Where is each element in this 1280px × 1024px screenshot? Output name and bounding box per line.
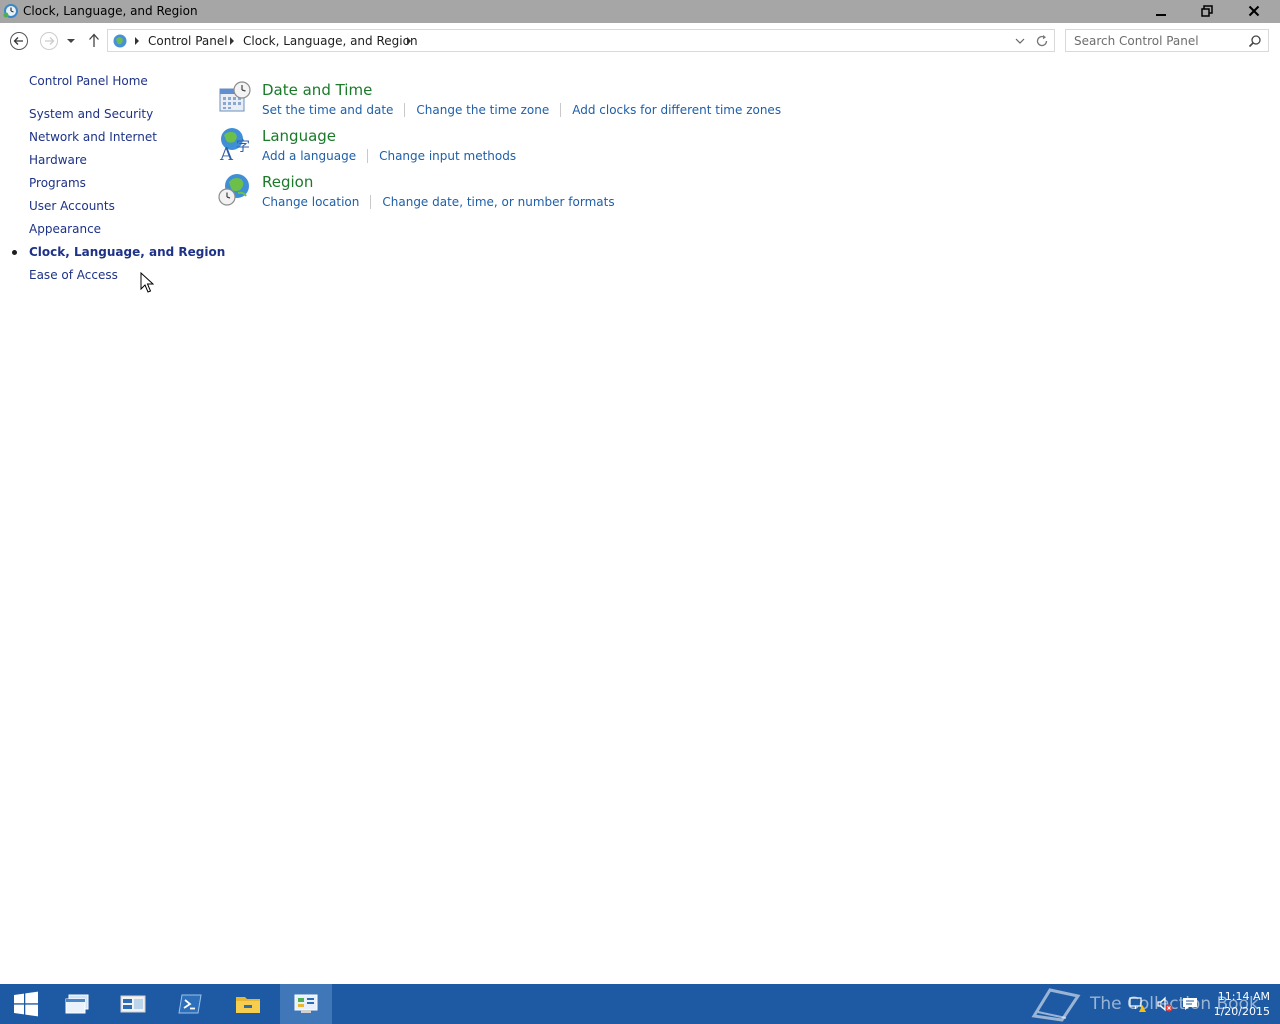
start-icon [14, 991, 38, 1017]
breadcrumb-separator[interactable] [407, 37, 411, 45]
sidebar-item-system-security[interactable]: System and Security [29, 107, 153, 121]
link-divider [404, 103, 406, 117]
server-manager-button[interactable] [107, 984, 159, 1024]
breadcrumb-separator[interactable] [230, 37, 234, 45]
region-globe-icon[interactable] [218, 173, 252, 207]
powershell-button[interactable] [164, 984, 216, 1024]
server-manager-icon [120, 995, 146, 1013]
sidebar-item-ease-of-access[interactable]: Ease of Access [29, 268, 118, 282]
sidebar-item-hardware[interactable]: Hardware [29, 153, 87, 167]
address-bar[interactable]: Control Panel Clock, Language, and Regio… [107, 29, 1055, 52]
task-view-icon [65, 994, 89, 1014]
language-links: Add a language Change input methods [262, 149, 516, 163]
powershell-icon [178, 994, 202, 1014]
date-and-time-title[interactable]: Date and Time [262, 81, 372, 99]
add-a-language-link[interactable]: Add a language [262, 149, 356, 163]
breadcrumb-control-panel[interactable]: Control Panel [148, 34, 228, 48]
back-button[interactable] [8, 30, 30, 52]
volume-muted-icon [1157, 996, 1173, 1012]
forward-arrow-icon [40, 32, 58, 50]
breadcrumb-clock-language-region[interactable]: Clock, Language, and Region [243, 34, 418, 48]
up-button[interactable] [86, 31, 102, 49]
close-button[interactable] [1230, 0, 1278, 21]
change-location-link[interactable]: Change location [262, 195, 359, 209]
region-title[interactable]: Region [262, 173, 313, 191]
control-panel-taskbar-button[interactable] [280, 984, 332, 1024]
date-and-time-links: Set the time and date Change the time zo… [262, 103, 781, 117]
action-center-button[interactable] [1180, 984, 1200, 1024]
refresh-icon[interactable] [1035, 33, 1049, 49]
language-title[interactable]: Language [262, 127, 336, 145]
taskbar-clock[interactable]: 11:14 AM 1/20/2015 [1206, 989, 1270, 1019]
restore-icon [1201, 4, 1213, 17]
chevron-down-icon [67, 39, 75, 43]
close-icon [1248, 5, 1260, 16]
add-clocks-link[interactable]: Add clocks for different time zones [572, 103, 781, 117]
sidebar-item-programs[interactable]: Programs [29, 176, 86, 190]
volume-tray-button[interactable] [1155, 984, 1175, 1024]
language-globe-icon[interactable]: A 字 [218, 127, 252, 161]
link-divider [560, 103, 562, 117]
link-divider [367, 149, 369, 163]
sidebar-item-clock-language-region[interactable]: Clock, Language, and Region [29, 245, 225, 259]
link-divider [370, 195, 372, 209]
address-dropdown-icon[interactable] [1014, 36, 1026, 46]
sidebar-control-panel-home[interactable]: Control Panel Home [29, 74, 148, 88]
recent-locations-button[interactable] [64, 34, 78, 48]
control-panel-clock-icon [3, 4, 18, 18]
svg-text:A: A [219, 144, 234, 161]
forward-button[interactable] [38, 30, 60, 52]
network-tray-button[interactable] [1128, 984, 1148, 1024]
sidebar-item-network-internet[interactable]: Network and Internet [29, 130, 157, 144]
calendar-clock-icon[interactable] [218, 81, 252, 115]
back-arrow-icon [10, 32, 28, 50]
task-view-button[interactable] [51, 984, 103, 1024]
navigation-bar: Control Panel Clock, Language, and Regio… [0, 23, 1280, 59]
book-logo-icon [1031, 988, 1081, 1022]
minimize-button[interactable] [1138, 0, 1184, 21]
search-input[interactable] [1066, 30, 1246, 51]
change-formats-link[interactable]: Change date, time, or number formats [382, 195, 614, 209]
network-warning-icon [1129, 997, 1146, 1012]
mouse-cursor-icon [140, 272, 154, 293]
control-panel-icon [294, 994, 318, 1013]
search-box[interactable] [1065, 29, 1269, 52]
region-links: Change location Change date, time, or nu… [262, 195, 615, 209]
control-panel-globe-icon [113, 34, 127, 48]
active-item-bullet [12, 250, 17, 255]
search-icon[interactable] [1248, 34, 1262, 48]
svg-text:字: 字 [236, 139, 250, 155]
taskbar: The Collection Book 11:14 AM 1/20/2015 [0, 984, 1280, 1024]
file-explorer-button[interactable] [222, 984, 274, 1024]
sidebar-item-appearance[interactable]: Appearance [29, 222, 101, 236]
breadcrumb-separator[interactable] [135, 37, 139, 45]
window-title: Clock, Language, and Region [23, 4, 198, 18]
minimize-icon [1156, 13, 1166, 16]
sidebar-item-user-accounts[interactable]: User Accounts [29, 199, 115, 213]
up-arrow-icon [89, 33, 99, 47]
clock-time: 11:14 AM [1217, 990, 1270, 1003]
start-button[interactable] [0, 984, 52, 1024]
restore-button[interactable] [1184, 0, 1230, 21]
notification-icon [1183, 998, 1197, 1010]
change-input-methods-link[interactable]: Change input methods [379, 149, 516, 163]
clock-date: 1/20/2015 [1213, 1005, 1270, 1018]
file-explorer-icon [236, 997, 260, 1013]
title-bar: Clock, Language, and Region [0, 0, 1280, 23]
change-time-zone-link[interactable]: Change the time zone [416, 103, 549, 117]
set-time-and-date-link[interactable]: Set the time and date [262, 103, 393, 117]
